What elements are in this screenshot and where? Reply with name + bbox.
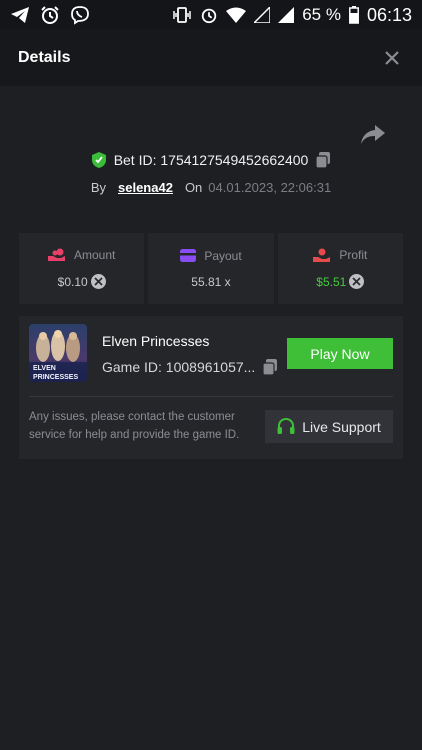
status-right-icons: 65 % 06:13 bbox=[172, 5, 412, 26]
stat-amount-value-row: $0.10 bbox=[58, 274, 106, 289]
divider bbox=[29, 396, 393, 397]
stat-amount-label: Amount bbox=[73, 248, 116, 262]
thumb-title-line2: PRINCESSES bbox=[33, 374, 78, 381]
verified-shield-icon bbox=[91, 152, 106, 168]
vibrate-icon bbox=[172, 6, 192, 24]
stat-profit: Profit $5.51 bbox=[277, 233, 403, 304]
stat-amount-value: $0.10 bbox=[57, 274, 88, 289]
signal-icon bbox=[254, 7, 271, 23]
live-support-button[interactable]: Live Support bbox=[265, 410, 393, 443]
details-header: Details bbox=[0, 30, 422, 86]
status-left-icons bbox=[10, 5, 90, 25]
game-name: Elven Princesses bbox=[102, 333, 210, 349]
share-icon bbox=[361, 125, 385, 144]
currency-x-icon bbox=[90, 274, 106, 289]
bet-id-row: Bet ID: 1754127549452662400 bbox=[0, 152, 422, 168]
close-icon bbox=[385, 51, 399, 65]
close-button[interactable] bbox=[380, 46, 404, 70]
game-id: Game ID: 1008961057... bbox=[102, 359, 256, 375]
headset-icon bbox=[277, 418, 295, 435]
stat-payout-value: 55.81 x bbox=[191, 274, 231, 289]
coins-hand-icon bbox=[47, 248, 66, 262]
game-card: ELVEN PRINCESSES Elven Princesses Game I… bbox=[19, 316, 403, 459]
stat-profit-value: $5.51 bbox=[316, 274, 347, 289]
stat-amount: Amount $0.10 bbox=[19, 233, 145, 304]
signal-icon bbox=[278, 7, 295, 23]
stat-payout-header: Payout bbox=[180, 248, 242, 263]
share-button[interactable] bbox=[360, 124, 386, 146]
money-hand-icon bbox=[313, 248, 331, 262]
thumb-title-line1: ELVEN bbox=[33, 365, 56, 372]
copy-icon bbox=[263, 359, 278, 375]
telegram-icon bbox=[10, 6, 30, 24]
copy-game-id-button[interactable] bbox=[263, 359, 278, 375]
game-id-row: Game ID: 1008961057... bbox=[102, 359, 278, 375]
copy-icon bbox=[316, 152, 331, 168]
clock: 06:13 bbox=[366, 4, 412, 25]
username-link[interactable]: selena42 bbox=[118, 180, 173, 195]
viber-icon bbox=[70, 5, 90, 25]
stat-profit-value-row: $5.51 bbox=[316, 274, 365, 289]
play-now-button[interactable]: Play Now bbox=[287, 338, 393, 369]
status-bar: 65 % 06:13 bbox=[0, 0, 422, 30]
currency-x-icon bbox=[349, 274, 365, 289]
stat-payout: Payout 55.81 x bbox=[148, 233, 274, 304]
page-title: Details bbox=[18, 49, 71, 66]
alarm-icon bbox=[40, 5, 60, 25]
battery-percent: 65 % bbox=[302, 5, 341, 24]
bet-meta-row: By selena42 On 04.01.2023, 22:06:31 bbox=[0, 180, 422, 195]
bet-date: 04.01.2023, 22:06:31 bbox=[208, 180, 332, 195]
battery-icon bbox=[349, 6, 359, 24]
stat-amount-header: Amount bbox=[47, 248, 116, 262]
stat-profit-header: Profit bbox=[313, 248, 367, 262]
bet-id: Bet ID: 1754127549452662400 bbox=[113, 152, 309, 168]
stat-payout-label: Payout bbox=[204, 248, 242, 263]
stat-profit-label: Profit bbox=[339, 248, 368, 262]
copy-bet-id-button[interactable] bbox=[316, 152, 331, 168]
bet-stats: Amount $0.10 Payout 55.81 x Profit $5.51 bbox=[19, 233, 403, 304]
alarm-icon bbox=[200, 6, 218, 24]
on-label: On bbox=[184, 180, 203, 195]
game-thumbnail[interactable]: ELVEN PRINCESSES bbox=[29, 324, 87, 382]
stat-payout-value-row: 55.81 x bbox=[191, 275, 230, 289]
live-support-label: Live Support bbox=[302, 418, 381, 435]
card-icon bbox=[180, 249, 197, 262]
wifi-icon bbox=[226, 7, 247, 23]
support-help-text: Any issues, please contact the customer … bbox=[29, 411, 240, 441]
by-label: By bbox=[90, 180, 106, 195]
